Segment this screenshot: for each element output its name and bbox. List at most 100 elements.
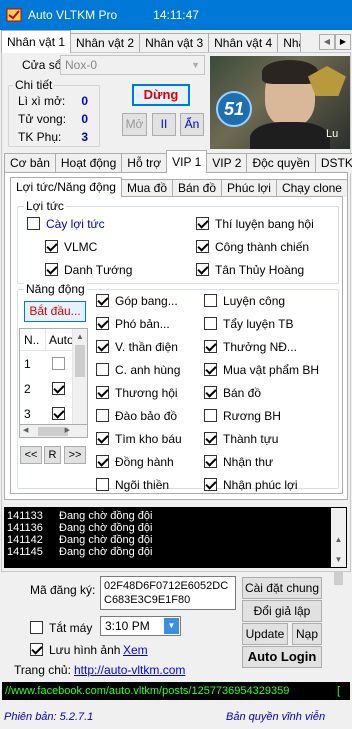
- checkbox-box[interactable]: [30, 621, 43, 634]
- activity-checkbox[interactable]: Đào bảo đồ: [96, 404, 182, 427]
- activity-checkbox[interactable]: Tẩy luyện TB: [204, 312, 319, 335]
- stop-button[interactable]: Dừng: [132, 84, 190, 106]
- sub-tab-0[interactable]: Lợi tức/Năng động: [10, 177, 122, 197]
- activity-checkbox[interactable]: Ngõi thiền: [96, 473, 182, 496]
- activity-checkbox[interactable]: Tìm kho báu: [96, 427, 182, 450]
- pause-button[interactable]: II: [152, 113, 176, 136]
- checkbox-box[interactable]: [96, 363, 109, 376]
- checkbox-box[interactable]: [204, 386, 217, 399]
- main-tab-1[interactable]: Hoạt động: [54, 153, 123, 173]
- auto-login-button[interactable]: Auto Login: [242, 646, 322, 668]
- checkbox-box[interactable]: [96, 478, 109, 491]
- checkbox-box[interactable]: [204, 478, 217, 491]
- vlmc-checkbox[interactable]: VLMC: [27, 235, 132, 258]
- prev-button[interactable]: <<: [20, 446, 42, 464]
- char-tab-1[interactable]: Nhân vật 1: [1, 30, 72, 53]
- activity-checkbox[interactable]: C. anh hùng: [96, 358, 182, 381]
- activity-table[interactable]: N.. Auto 1 2 3 ▲ ▼: [19, 328, 88, 438]
- table-hscroll[interactable]: ◀ ▶: [19, 424, 88, 438]
- checkbox-box[interactable]: [96, 432, 109, 445]
- hide-button[interactable]: Ẩn: [180, 113, 204, 136]
- settings-button[interactable]: Cài đặt chung: [242, 577, 322, 599]
- shutdown-checkbox[interactable]: Tắt máy: [30, 616, 92, 639]
- registration-code[interactable]: 02F48D6F0712E6052DCC683E3C9E1F80: [100, 576, 236, 610]
- scroll-right-icon[interactable]: ▶: [335, 34, 351, 50]
- open-button[interactable]: Mở: [122, 113, 147, 136]
- activity-checkbox[interactable]: Góp bang...: [96, 289, 182, 312]
- sub-tab-2[interactable]: Bán đồ: [172, 179, 223, 197]
- checkbox-box[interactable]: [204, 409, 217, 422]
- activity-checkbox[interactable]: Nhận thư: [204, 450, 319, 473]
- row-auto-checkbox[interactable]: [52, 382, 65, 395]
- activity-checkbox[interactable]: Phó bản...: [96, 312, 182, 335]
- char-tab-scroll[interactable]: ◀ ▶: [319, 34, 351, 50]
- checkbox-box[interactable]: [27, 217, 40, 230]
- cay-loi-tuc-checkbox[interactable]: Cày lợi tức: [27, 212, 132, 235]
- activity-checkbox[interactable]: Mua vật phẩm BH: [204, 358, 319, 381]
- danh-tuong-checkbox[interactable]: Danh Tướng: [27, 258, 132, 281]
- checkbox-box[interactable]: [96, 409, 109, 422]
- activity-checkbox[interactable]: Đồng hành: [96, 450, 182, 473]
- char-tab-3[interactable]: Nhân vật 3: [139, 33, 210, 53]
- homepage-link[interactable]: http://auto-vltkm.com: [74, 663, 185, 677]
- change-emulator-button[interactable]: Đổi giả lập: [242, 600, 322, 622]
- main-tab-0[interactable]: Cơ bản: [4, 153, 56, 173]
- row-auto-checkbox[interactable]: [52, 407, 65, 420]
- table-scrollbar[interactable]: ▲ ▼: [72, 329, 87, 437]
- sub-tab-3[interactable]: Phúc lợi: [221, 179, 277, 197]
- checkbox-box[interactable]: [96, 317, 109, 330]
- checkbox-box[interactable]: [45, 240, 58, 253]
- scroll-left-icon[interactable]: ◀: [319, 34, 335, 50]
- spin-icon[interactable]: ▼: [164, 618, 179, 634]
- checkbox-box[interactable]: [196, 240, 209, 253]
- scroll-down-icon[interactable]: ▼: [331, 552, 346, 567]
- thi-luyen-checkbox[interactable]: Thí luyện bang hội: [196, 212, 314, 235]
- start-button[interactable]: Bắt đầu...: [24, 301, 86, 322]
- col-header-n[interactable]: N..: [20, 329, 46, 350]
- update-button[interactable]: Update: [242, 623, 288, 645]
- scroll-thumb[interactable]: [75, 345, 85, 377]
- checkbox-box[interactable]: [204, 432, 217, 445]
- checkbox-box[interactable]: [204, 317, 217, 330]
- checkbox-box[interactable]: [45, 263, 58, 276]
- checkbox-box[interactable]: [204, 455, 217, 468]
- char-tab-2[interactable]: Nhân vật 2: [70, 33, 141, 53]
- activity-checkbox[interactable]: Rương BH: [204, 404, 319, 427]
- main-tab-6[interactable]: DSTK: [314, 153, 352, 173]
- main-tab-4[interactable]: VIP 2: [206, 153, 248, 173]
- checkbox-box[interactable]: [96, 294, 109, 307]
- topup-button[interactable]: Nạp: [292, 623, 322, 645]
- checkbox-box[interactable]: [204, 340, 217, 353]
- char-tab-4[interactable]: Nhân vật 4: [208, 33, 279, 53]
- row-auto-checkbox[interactable]: [52, 357, 65, 370]
- col-header-auto[interactable]: Auto: [46, 329, 74, 350]
- facebook-marquee[interactable]: //www.facebook.com/auto.vltkm/posts/1257…: [2, 682, 350, 700]
- title-bar[interactable]: Auto VLTKM Pro 14:11:47: [0, 0, 352, 30]
- view-link[interactable]: Xem: [123, 643, 148, 657]
- main-tab-5[interactable]: Độc quyền: [246, 153, 316, 173]
- main-tab-2[interactable]: Hỗ trợ: [121, 153, 168, 173]
- checkbox-box[interactable]: [96, 340, 109, 353]
- checkbox-box[interactable]: [96, 386, 109, 399]
- activity-checkbox[interactable]: Bán đồ: [204, 381, 319, 404]
- reset-button[interactable]: R: [44, 446, 61, 464]
- save-image-checkbox[interactable]: Lưu hình ảnh: [30, 638, 120, 661]
- checkbox-box[interactable]: [196, 217, 209, 230]
- checkbox-box[interactable]: [204, 363, 217, 376]
- scroll-up-icon[interactable]: ▲: [73, 329, 87, 345]
- scroll-thumb[interactable]: [334, 571, 343, 585]
- char-tab-5[interactable]: Nhân vật 5: [277, 33, 302, 53]
- sub-tab-4[interactable]: Chạy clone: [275, 179, 348, 197]
- activity-checkbox[interactable]: Thương hội: [96, 381, 182, 404]
- activity-checkbox[interactable]: Nhận phúc lợi: [204, 473, 319, 496]
- activity-checkbox[interactable]: Thưởng NĐ...: [204, 335, 319, 358]
- shutdown-time-picker[interactable]: 3:10 PM ▼: [100, 616, 181, 636]
- tan-thuy-hoang-checkbox[interactable]: Tân Thủy Hoàng: [196, 258, 314, 281]
- checkbox-box[interactable]: [96, 455, 109, 468]
- checkbox-box[interactable]: [30, 643, 43, 656]
- log-scrollbar[interactable]: ▲ ▼: [331, 508, 346, 585]
- log-box[interactable]: 141133 Đang chờ đồng đội 141136 Đang chờ đồ…: [4, 507, 347, 585]
- main-tab-3[interactable]: VIP 1: [166, 150, 208, 173]
- checkbox-box[interactable]: [204, 294, 217, 307]
- checkbox-box[interactable]: [196, 263, 209, 276]
